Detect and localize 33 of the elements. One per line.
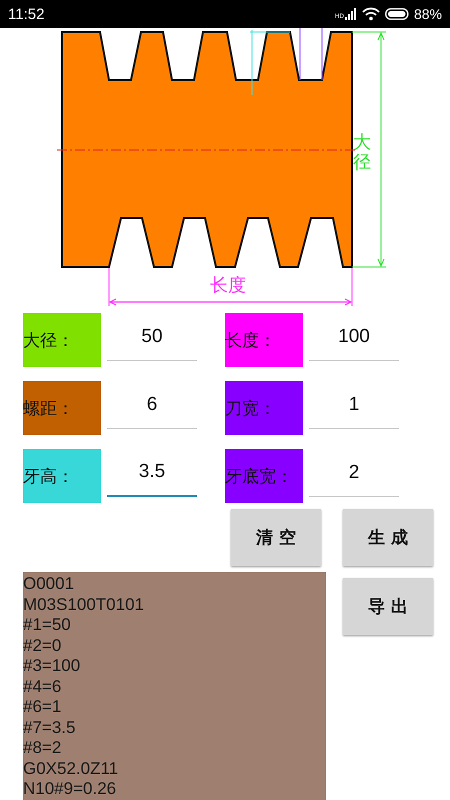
code-line: #8=2	[23, 738, 62, 758]
input-field[interactable]: 50	[107, 313, 197, 361]
battery-percent: 88%	[414, 6, 442, 22]
code-line: #4=6	[23, 676, 62, 697]
length-label: 长度	[210, 274, 246, 297]
diameter-label: 大径	[353, 133, 371, 173]
input-field[interactable]: 1	[309, 381, 399, 429]
field-label: 牙高：	[23, 449, 101, 503]
code-line: #7=3.5	[23, 718, 76, 738]
export-button[interactable]: 导 出	[343, 578, 433, 635]
field-label: 螺距：	[23, 381, 101, 435]
code-line: N10#9=0.26	[23, 779, 118, 800]
field-label: 刀宽：	[225, 381, 303, 435]
signal-icon	[344, 8, 357, 20]
wifi-icon	[362, 7, 380, 21]
generate-button[interactable]: 生 成	[343, 509, 433, 566]
code-line: M03S100T0101	[23, 594, 145, 615]
field-label: 牙底宽：	[225, 449, 303, 503]
code-line: #3=100	[23, 656, 82, 676]
code-line: G0X52.0Z11	[23, 758, 120, 779]
battery-icon	[384, 8, 409, 20]
field-label: 大径：	[23, 313, 101, 367]
input-field[interactable]: 3.5	[107, 449, 197, 497]
input-field[interactable]: 100	[309, 313, 399, 361]
code-line: #6=1	[23, 697, 62, 718]
clear-button[interactable]: 清 空	[231, 509, 321, 566]
code-line: #1=50	[23, 615, 72, 636]
code-line: #2=0	[23, 636, 62, 656]
clock: 11:52	[8, 6, 44, 22]
code-line: O0001	[23, 574, 76, 594]
input-field[interactable]: 6	[107, 381, 197, 429]
input-field[interactable]: 2	[309, 449, 399, 497]
field-label: 长度：	[225, 313, 303, 367]
